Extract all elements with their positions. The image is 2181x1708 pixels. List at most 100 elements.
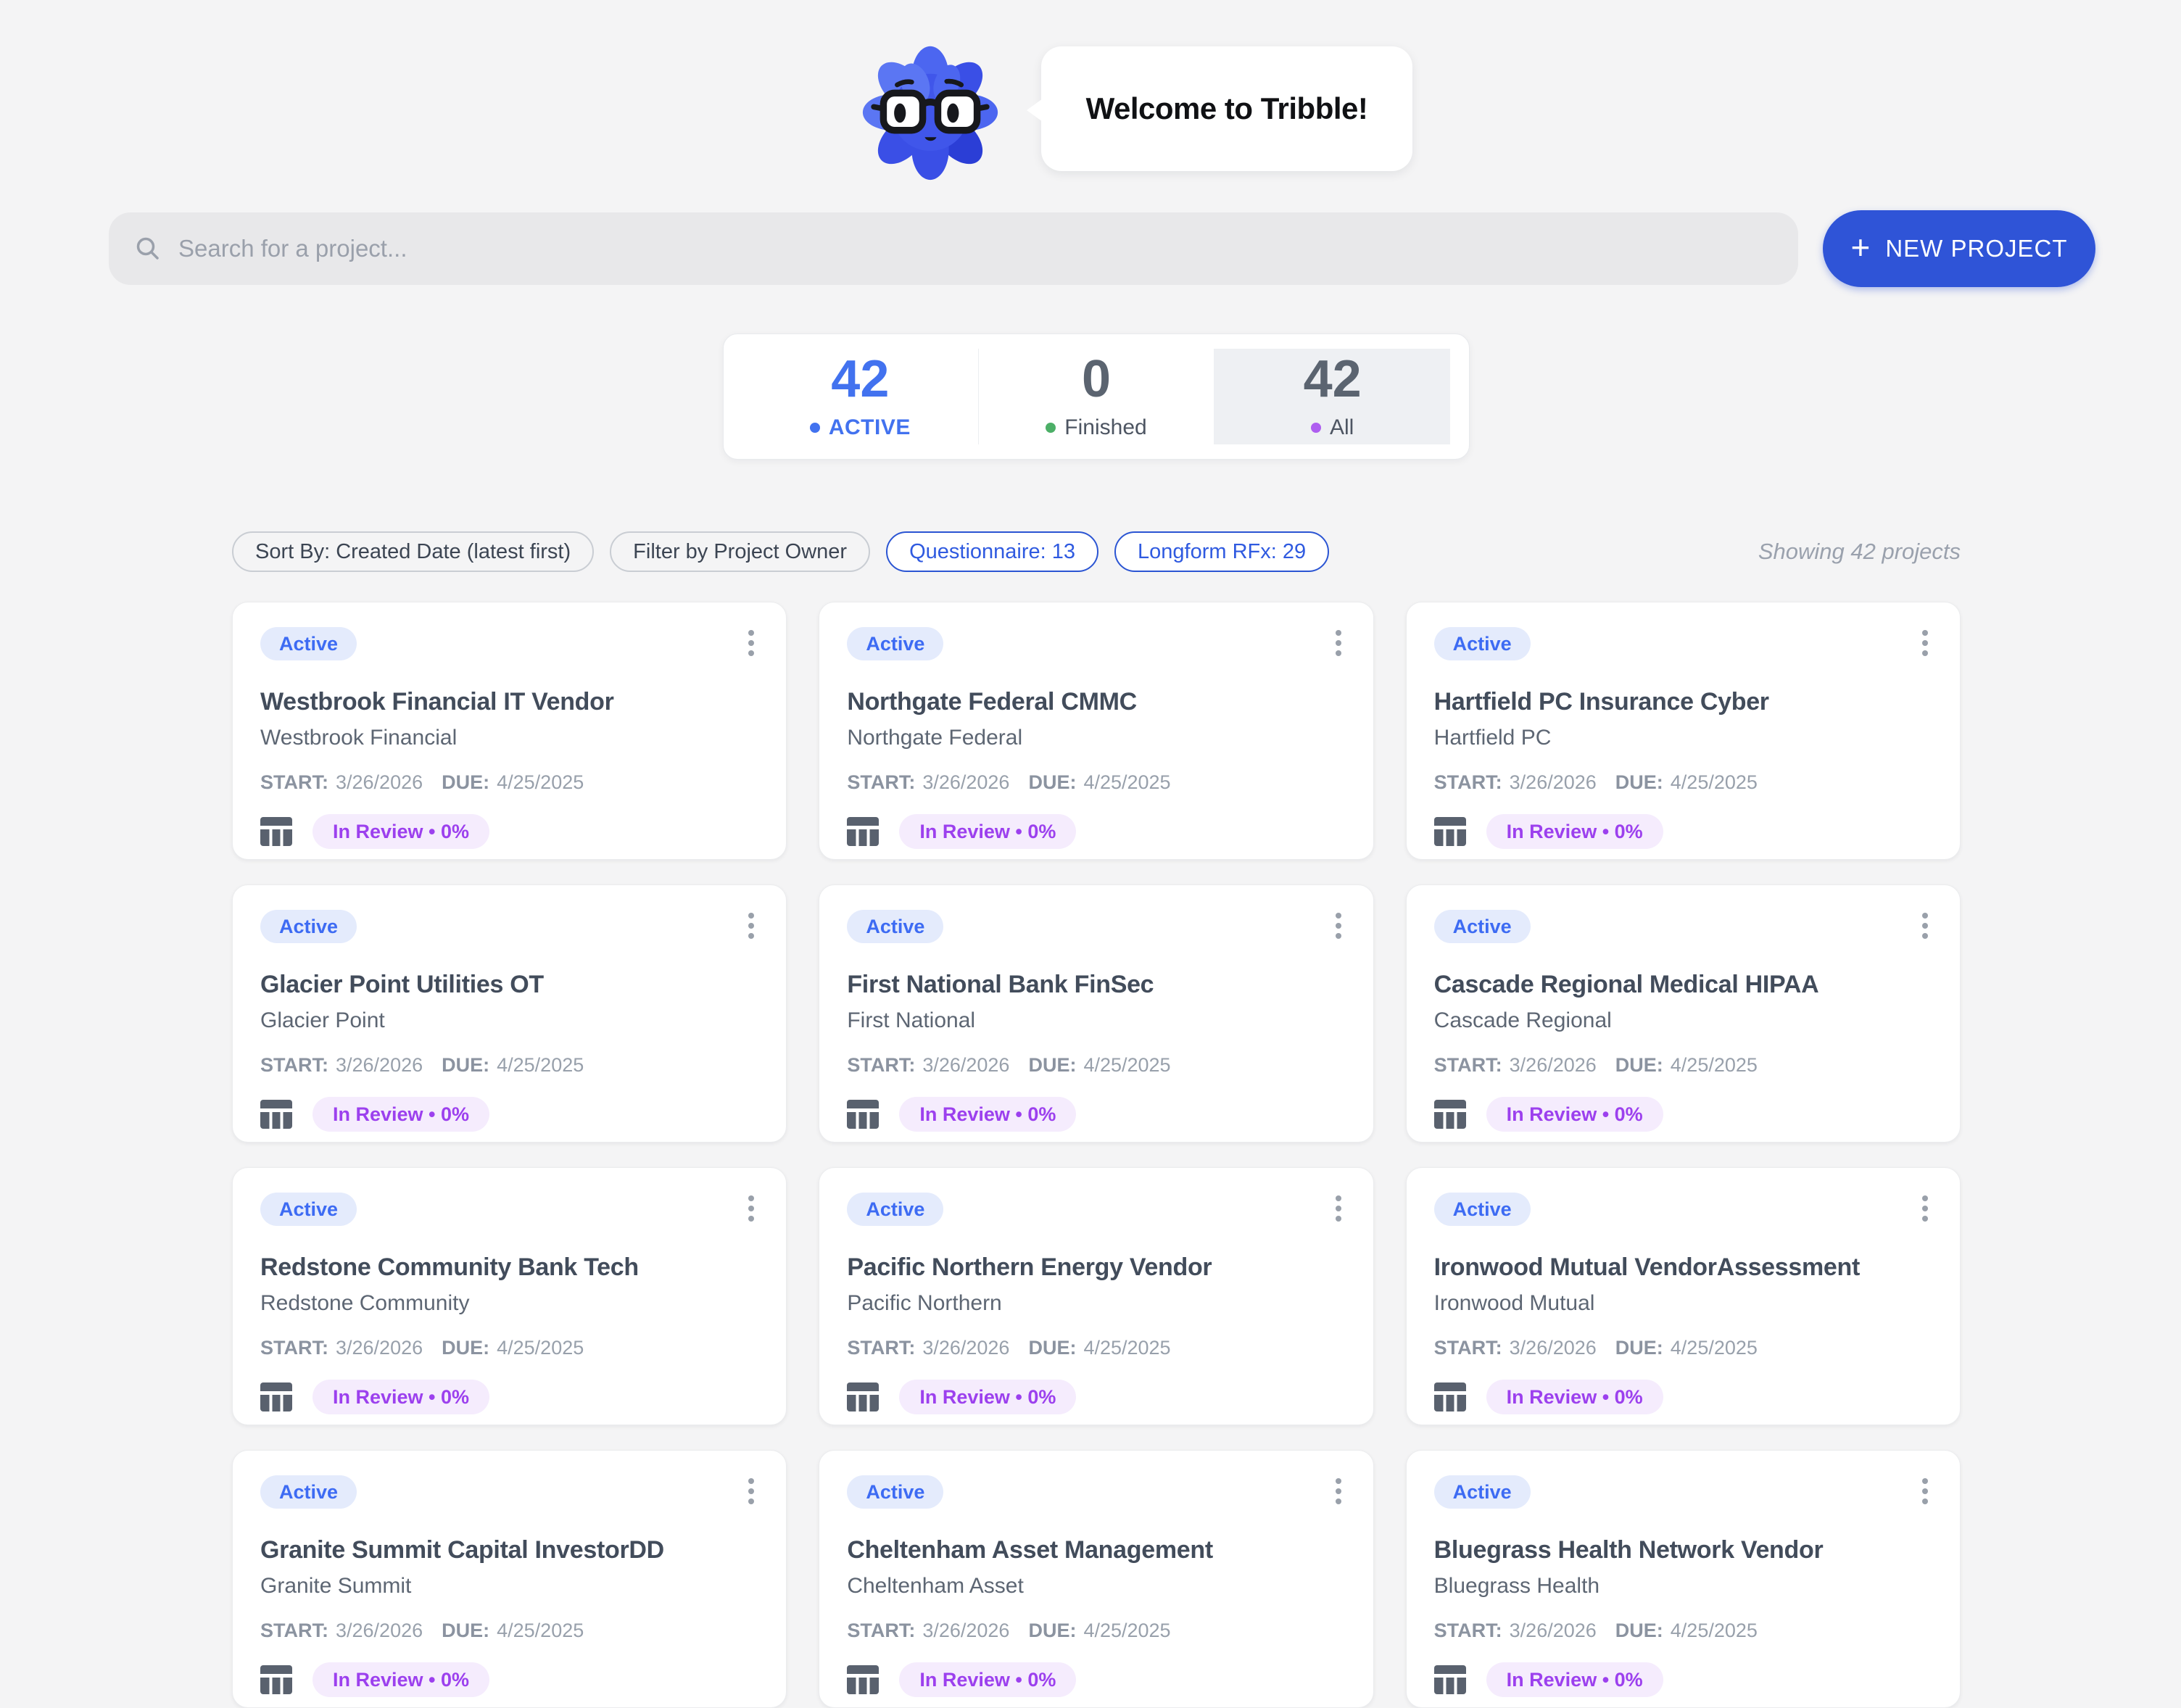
- project-card[interactable]: Active Bluegrass Health Network Vendor B…: [1406, 1450, 1961, 1708]
- stat-tab-finished[interactable]: 0 Finished: [978, 349, 1214, 444]
- due-date: 4/25/2025: [1083, 1336, 1170, 1359]
- due-date: 4/25/2025: [497, 1053, 584, 1077]
- project-card[interactable]: Active First National Bank FinSec First …: [819, 884, 1373, 1143]
- card-menu-button[interactable]: [1331, 1475, 1346, 1507]
- finished-label: Finished: [1064, 415, 1146, 440]
- card-menu-button[interactable]: [744, 1193, 758, 1224]
- card-menu-button[interactable]: [1918, 1475, 1932, 1507]
- card-header: Active: [1434, 627, 1932, 660]
- review-status-badge: In Review • 0%: [313, 1380, 489, 1414]
- plus-icon: +: [1850, 231, 1871, 264]
- project-card[interactable]: Active Redstone Community Bank Tech Reds…: [232, 1167, 787, 1425]
- project-search-bar[interactable]: [109, 212, 1798, 285]
- card-menu-button[interactable]: [1918, 627, 1932, 659]
- card-footer: In Review • 0%: [260, 1380, 758, 1414]
- longform-rfx-chip[interactable]: Longform RFx: 29: [1114, 531, 1329, 572]
- review-status-badge: In Review • 0%: [1486, 1380, 1663, 1414]
- stat-tab-all[interactable]: 42 All: [1214, 349, 1450, 444]
- project-dates: START:3/26/2026 DUE:4/25/2025: [260, 1336, 758, 1359]
- start-label: START:: [260, 1619, 328, 1642]
- start-label: START:: [260, 1336, 328, 1359]
- project-dates: START:3/26/2026 DUE:4/25/2025: [847, 1619, 1345, 1642]
- tribble-mascot-icon: [861, 43, 999, 181]
- project-card[interactable]: Active Pacific Northern Energy Vendor Pa…: [819, 1167, 1373, 1425]
- card-footer: In Review • 0%: [1434, 1097, 1932, 1132]
- filter-row: Sort By: Created Date (latest first) Fil…: [232, 531, 1961, 573]
- project-title: First National Bank FinSec: [847, 969, 1345, 1000]
- status-badge: Active: [260, 1193, 357, 1226]
- due-label: DUE:: [1615, 771, 1663, 794]
- project-card[interactable]: Active Cheltenham Asset Management Chelt…: [819, 1450, 1373, 1708]
- start-date: 3/26/2026: [922, 1619, 1009, 1642]
- due-label: DUE:: [1615, 1053, 1663, 1077]
- stat-tab-active[interactable]: 42 ACTIVE: [742, 349, 978, 444]
- review-status-badge: In Review • 0%: [313, 814, 489, 849]
- due-date: 4/25/2025: [1671, 1336, 1758, 1359]
- project-title: Cascade Regional Medical HIPAA: [1434, 969, 1932, 1000]
- active-dot-icon: [810, 423, 820, 433]
- project-card[interactable]: Active Ironwood Mutual VendorAssessment …: [1406, 1167, 1961, 1425]
- card-menu-button[interactable]: [744, 627, 758, 659]
- card-footer: In Review • 0%: [847, 814, 1345, 849]
- start-date: 3/26/2026: [922, 1336, 1009, 1359]
- card-menu-button[interactable]: [1918, 910, 1932, 942]
- all-count: 42: [1304, 353, 1362, 405]
- status-badge: Active: [1434, 627, 1531, 660]
- card-menu-button[interactable]: [744, 1475, 758, 1507]
- card-menu-button[interactable]: [1918, 1193, 1932, 1224]
- review-status-badge: In Review • 0%: [899, 1662, 1076, 1697]
- project-title: Bluegrass Health Network Vendor: [1434, 1535, 1932, 1565]
- new-project-button[interactable]: + NEW PROJECT: [1823, 210, 2095, 287]
- card-header: Active: [847, 627, 1345, 660]
- card-menu-button[interactable]: [744, 910, 758, 942]
- due-date: 4/25/2025: [1083, 1053, 1170, 1077]
- card-header: Active: [1434, 1193, 1932, 1226]
- due-label: DUE:: [1615, 1619, 1663, 1642]
- project-company: Granite Summit: [260, 1572, 758, 1600]
- sort-by-chip[interactable]: Sort By: Created Date (latest first): [232, 531, 594, 572]
- project-dates: START:3/26/2026 DUE:4/25/2025: [260, 1053, 758, 1077]
- card-footer: In Review • 0%: [1434, 1662, 1932, 1697]
- card-menu-button[interactable]: [1331, 910, 1346, 942]
- card-header: Active: [260, 1193, 758, 1226]
- card-menu-button[interactable]: [1331, 627, 1346, 659]
- welcome-text: Welcome to Tribble!: [1086, 91, 1368, 126]
- project-card[interactable]: Active Granite Summit Capital InvestorDD…: [232, 1450, 787, 1708]
- stats-section: 42 ACTIVE 0 Finished 42 All: [0, 333, 2181, 460]
- active-count: 42: [831, 353, 889, 405]
- header: Welcome to Tribble!: [0, 0, 2181, 212]
- all-dot-icon: [1311, 423, 1321, 433]
- questionnaire-table-icon: [847, 1665, 879, 1694]
- status-badge: Active: [260, 627, 357, 660]
- project-dates: START:3/26/2026 DUE:4/25/2025: [1434, 1619, 1932, 1642]
- questionnaire-table-icon: [847, 1382, 879, 1411]
- project-company: Northgate Federal: [847, 724, 1345, 752]
- start-date: 3/26/2026: [336, 1053, 423, 1077]
- project-dates: START:3/26/2026 DUE:4/25/2025: [1434, 1053, 1932, 1077]
- card-menu-button[interactable]: [1331, 1193, 1346, 1224]
- project-title: Redstone Community Bank Tech: [260, 1252, 758, 1282]
- project-card[interactable]: Active Cascade Regional Medical HIPAA Ca…: [1406, 884, 1961, 1143]
- review-status-badge: In Review • 0%: [899, 1097, 1076, 1132]
- status-badge: Active: [847, 910, 943, 943]
- project-card[interactable]: Active Glacier Point Utilities OT Glacie…: [232, 884, 787, 1143]
- due-label: DUE:: [442, 771, 489, 794]
- project-card[interactable]: Active Hartfield PC Insurance Cyber Hart…: [1406, 602, 1961, 860]
- search-input[interactable]: [178, 235, 1774, 262]
- project-title: Westbrook Financial IT Vendor: [260, 687, 758, 717]
- project-card[interactable]: Active Northgate Federal CMMC Northgate …: [819, 602, 1373, 860]
- card-header: Active: [260, 910, 758, 943]
- questionnaire-table-icon: [1434, 1100, 1466, 1129]
- filter-owner-chip[interactable]: Filter by Project Owner: [610, 531, 870, 572]
- project-dates: START:3/26/2026 DUE:4/25/2025: [847, 1336, 1345, 1359]
- finished-count: 0: [1082, 353, 1111, 405]
- project-dates: START:3/26/2026 DUE:4/25/2025: [1434, 1336, 1932, 1359]
- questionnaire-chip[interactable]: Questionnaire: 13: [886, 531, 1098, 572]
- card-footer: In Review • 0%: [1434, 1380, 1932, 1414]
- due-label: DUE:: [442, 1336, 489, 1359]
- card-footer: In Review • 0%: [260, 1097, 758, 1132]
- status-badge: Active: [847, 627, 943, 660]
- due-date: 4/25/2025: [1671, 1619, 1758, 1642]
- card-footer: In Review • 0%: [847, 1380, 1345, 1414]
- project-card[interactable]: Active Westbrook Financial IT Vendor Wes…: [232, 602, 787, 860]
